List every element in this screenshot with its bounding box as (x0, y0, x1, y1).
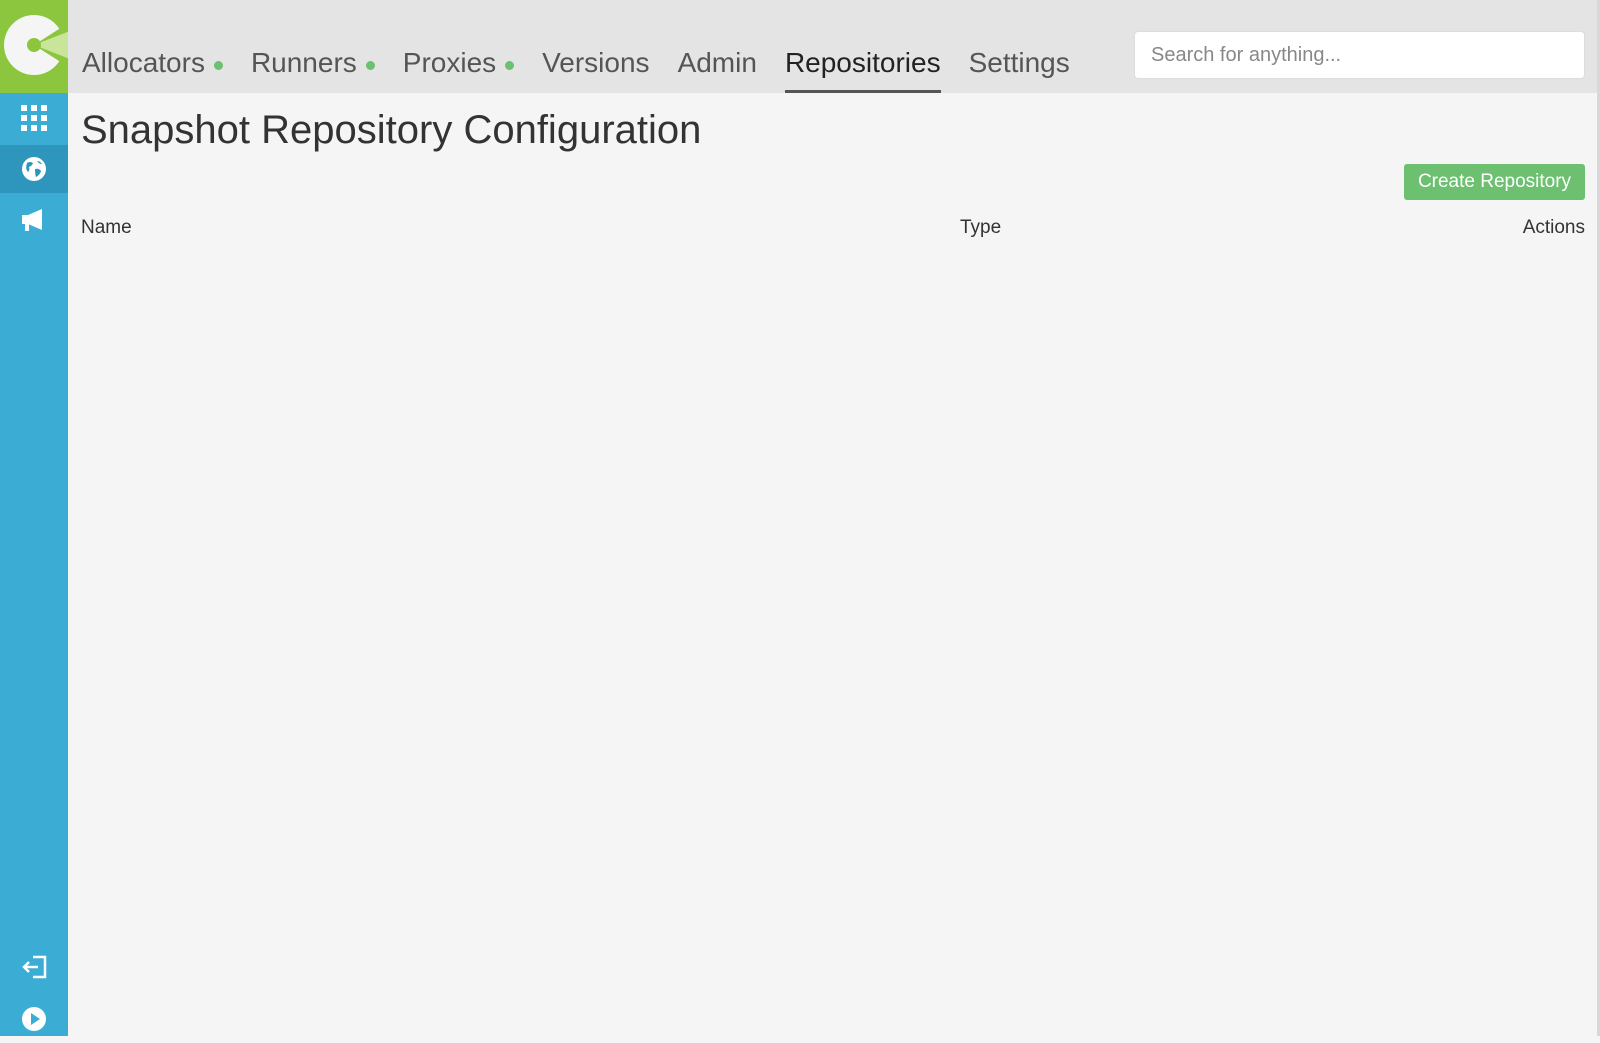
tab-settings[interactable]: Settings (969, 46, 1070, 93)
table-header: Name Type Actions (81, 216, 1585, 240)
search-input[interactable] (1134, 31, 1585, 79)
tab-label: Runners (250, 47, 357, 78)
globe-icon[interactable] (0, 145, 68, 193)
tab-label: Repositories (784, 47, 941, 78)
sidebar (0, 0, 68, 1036)
tab-label: Allocators (82, 47, 205, 78)
main-tabs: Allocators Runners Proxies Versions Admi… (82, 46, 1098, 93)
apps-grid-icon[interactable] (0, 94, 68, 142)
tab-label: Versions (542, 47, 650, 78)
logo-icon (4, 15, 68, 75)
logout-icon[interactable] (0, 943, 68, 991)
create-repository-button[interactable]: Create Repository (1404, 164, 1585, 200)
status-dot (505, 61, 515, 70)
megaphone-icon[interactable] (0, 196, 68, 244)
app-logo[interactable] (0, 0, 68, 93)
column-header-actions: Actions (1522, 217, 1585, 238)
tab-runners[interactable]: Runners (251, 46, 375, 93)
page-title: Snapshot Repository Configuration (81, 108, 702, 152)
status-dot (213, 61, 223, 70)
tab-allocators[interactable]: Allocators (82, 46, 223, 93)
tab-label: Proxies (402, 47, 497, 78)
tab-label: Admin (677, 47, 757, 78)
tab-admin[interactable]: Admin (678, 46, 757, 93)
tab-versions[interactable]: Versions (542, 46, 649, 93)
tab-repositories[interactable]: Repositories (784, 46, 941, 93)
tab-label: Settings (968, 47, 1070, 78)
tab-proxies[interactable]: Proxies (402, 46, 515, 93)
column-header-type[interactable]: Type (960, 216, 1001, 240)
column-header-name[interactable]: Name (81, 216, 132, 240)
status-dot (365, 61, 375, 70)
